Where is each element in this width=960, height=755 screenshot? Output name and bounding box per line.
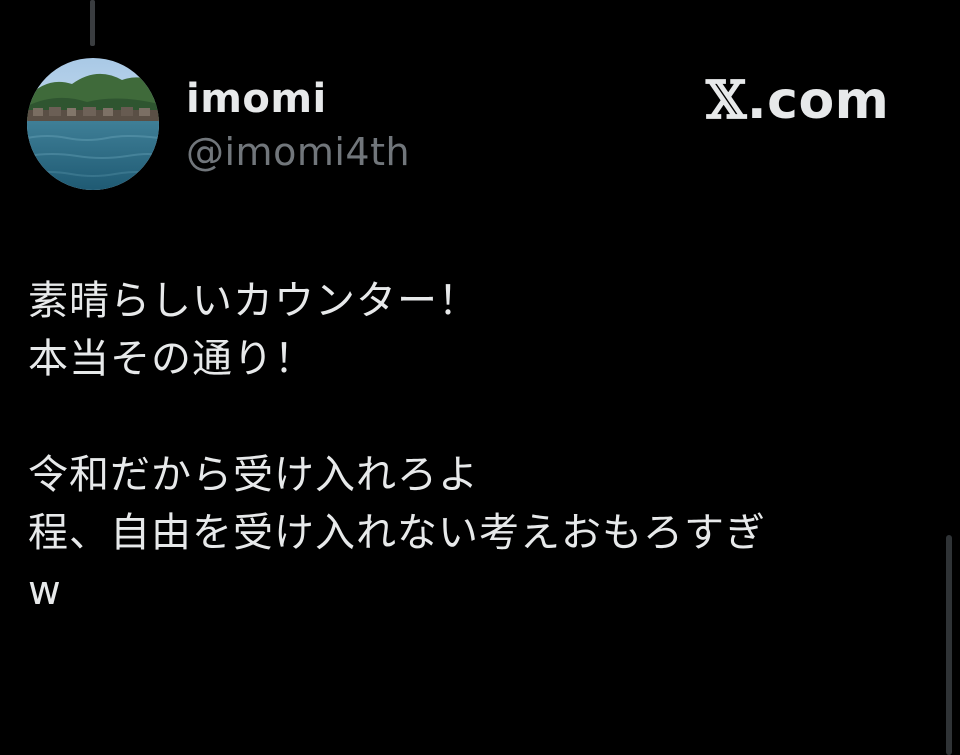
- avatar-photo-icon: [27, 58, 159, 190]
- post-text-line: 素晴らしいカウンター！: [28, 278, 479, 324]
- x-logo-icon: 𝕏: [706, 70, 747, 131]
- author-display-name[interactable]: imomi: [186, 73, 327, 125]
- avatar[interactable]: [27, 58, 159, 190]
- post-text-line: 令和だから受け入れろよ: [28, 452, 479, 498]
- thread-connector-line: [90, 0, 95, 46]
- post-text-line: w: [28, 568, 62, 614]
- post-text-line: 本当その通り！: [28, 336, 315, 382]
- scrollbar[interactable]: [946, 535, 952, 755]
- brand-suffix: .com: [746, 71, 890, 131]
- paragraph-break: [28, 388, 928, 446]
- post-text-line: 程、自由を受け入れない考えおもろすぎ: [28, 510, 766, 556]
- x-dot-com-logo: 𝕏.com: [706, 70, 889, 132]
- author-handle[interactable]: @imomi4th: [186, 126, 410, 178]
- post-text: 素晴らしいカウンター！ 本当その通り！ 令和だから受け入れろよ 程、自由を受け入…: [28, 272, 928, 620]
